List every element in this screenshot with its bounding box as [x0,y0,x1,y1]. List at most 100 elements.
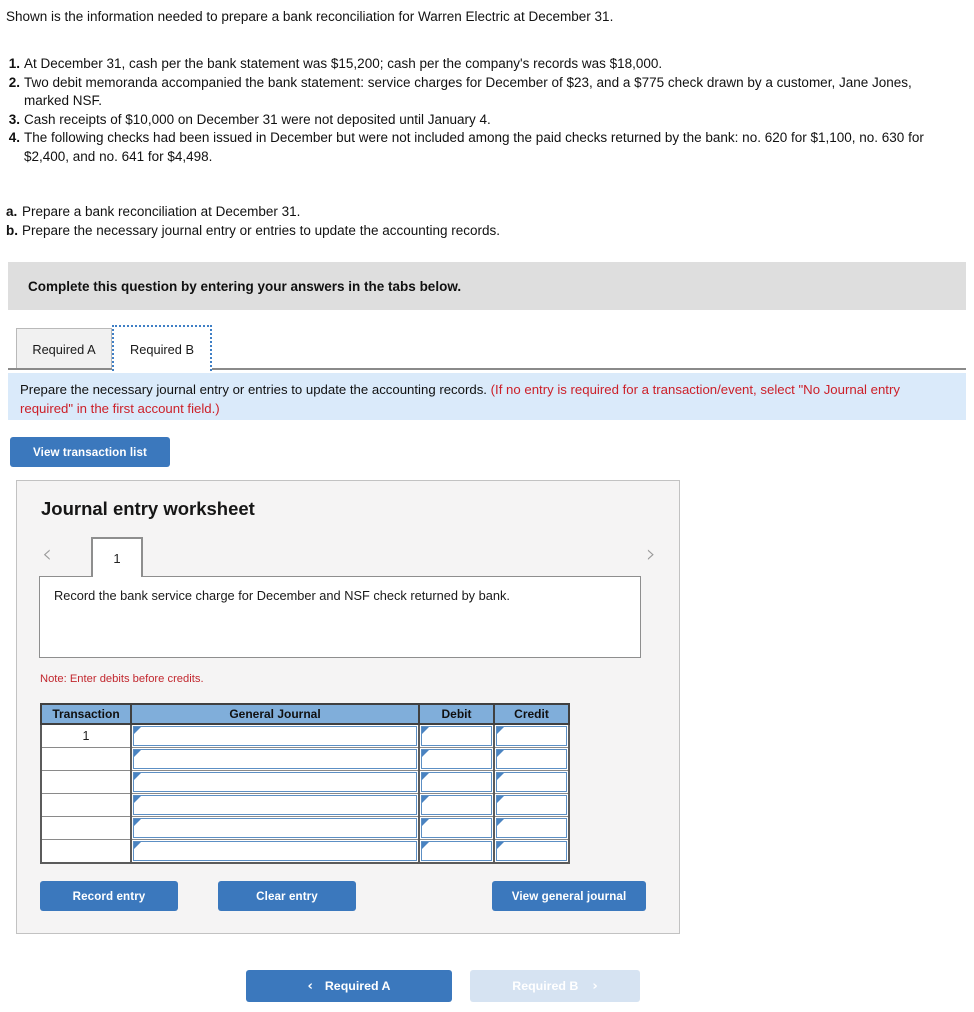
requirement-letter: a. [6,204,18,219]
table-header-row: Transaction General Journal Debit Credit [40,703,570,725]
table-row [40,770,570,794]
journal-entry-table: Transaction General Journal Debit Credit… [40,703,570,864]
debit-input[interactable] [421,772,492,792]
account-select-input[interactable] [133,841,417,861]
credit-cell[interactable] [493,747,570,771]
nav-next-required-b-button: Required B › [470,970,640,1002]
bottom-navigation: ‹ Required A Required B › [0,970,974,1004]
general-journal-cell[interactable] [130,793,420,817]
requirement-text: Prepare the necessary journal entry or e… [22,223,501,238]
tab-bar: Required A Required B [8,325,966,371]
button-label: Required B [512,979,579,993]
button-label: Required A [324,979,391,993]
button-label: Clear entry [256,889,318,903]
chevron-right-icon: › [592,978,598,994]
column-header-general-journal: General Journal [130,703,420,725]
transaction-number-cell [40,747,132,771]
table-row [40,793,570,817]
credit-cell[interactable] [493,839,570,864]
tab-label: Required B [129,341,195,357]
column-header-transaction: Transaction [40,703,132,725]
general-journal-cell[interactable] [130,747,420,771]
general-journal-cell[interactable] [130,816,420,840]
chevron-left-icon: ‹ [307,978,313,994]
transaction-number-cell [40,770,132,794]
credit-cell[interactable] [493,816,570,840]
fact-number: 2. [8,74,20,90]
credit-cell[interactable] [493,793,570,817]
debit-cell[interactable] [418,793,495,817]
chevron-left-icon[interactable]: ‹ [35,540,59,570]
table-row [40,816,570,840]
intro-paragraph: Shown is the information needed to prepa… [6,9,614,24]
chevron-right-icon[interactable]: › [639,540,663,570]
table-row [40,839,570,864]
button-label: Record entry [72,889,146,903]
transaction-number-cell: 1 [40,723,132,748]
journal-entry-worksheet-panel: Journal entry worksheet ‹ 1 › Record the… [16,480,680,934]
credit-input[interactable] [496,726,567,746]
debit-cell[interactable] [418,723,495,748]
fact-text: The following checks had been issued in … [24,130,924,164]
debits-before-credits-note: Note: Enter debits before credits. [40,673,204,685]
table-row [40,747,570,771]
page-title: Journal entry worksheet [41,498,255,519]
fact-number: 3. [8,111,20,127]
list-item: 2. Two debit memoranda accompanied the b… [6,74,954,111]
fact-text: At December 31, cash per the bank statem… [24,56,663,71]
tab-required-a[interactable]: Required A [16,328,112,370]
debit-cell[interactable] [418,839,495,864]
page-number: 1 [113,550,121,566]
credit-input[interactable] [496,795,567,815]
list-item: 4. The following checks had been issued … [6,129,954,166]
debit-input[interactable] [421,795,492,815]
column-header-credit: Credit [493,703,570,725]
account-select-input[interactable] [133,749,417,769]
debit-input[interactable] [421,726,492,746]
debit-input[interactable] [421,841,492,861]
credit-input[interactable] [496,749,567,769]
credit-cell[interactable] [493,723,570,748]
account-select-input[interactable] [133,818,417,838]
worksheet-page-tab-1[interactable]: 1 [91,537,143,577]
requirement-letter: b. [6,223,18,238]
debit-cell[interactable] [418,747,495,771]
fact-number: 1. [8,56,20,71]
credit-cell[interactable] [493,770,570,794]
entry-description-box: Record the bank service charge for Decem… [39,576,641,658]
facts-list: 1. At December 31, cash per the bank sta… [6,55,954,166]
debit-input[interactable] [421,818,492,838]
transaction-number-cell [40,793,132,817]
debit-cell[interactable] [418,770,495,794]
record-entry-button[interactable]: Record entry [40,881,178,911]
column-header-debit: Debit [418,703,495,725]
entry-description-text: Record the bank service charge for Decem… [54,588,510,603]
fact-number: 4. [8,130,20,145]
list-item: b. Prepare the necessary journal entry o… [6,221,954,240]
view-transaction-list-button[interactable]: View transaction list [10,437,170,467]
general-journal-cell[interactable] [130,770,420,794]
transaction-number-cell [40,839,132,864]
nav-previous-required-a-button[interactable]: ‹ Required A [246,970,452,1002]
tab-required-b[interactable]: Required B [112,325,212,371]
debit-cell[interactable] [418,816,495,840]
fact-text: Cash receipts of $10,000 on December 31 … [24,111,491,127]
list-item: a. Prepare a bank reconciliation at Dece… [6,202,954,221]
account-select-input[interactable] [133,726,417,746]
complete-question-banner: Complete this question by entering your … [8,262,966,310]
fact-text: Two debit memoranda accompanied the bank… [24,74,912,109]
credit-input[interactable] [496,772,567,792]
list-item: 1. At December 31, cash per the bank sta… [6,55,954,74]
credit-input[interactable] [496,818,567,838]
debit-input[interactable] [421,749,492,769]
tab-label: Required A [32,341,96,357]
button-label: View general journal [511,889,627,903]
view-general-journal-button[interactable]: View general journal [492,881,646,911]
general-journal-cell[interactable] [130,839,420,864]
account-select-input[interactable] [133,795,417,815]
general-journal-cell[interactable] [130,723,420,748]
credit-input[interactable] [496,841,567,861]
transaction-number-cell [40,816,132,840]
account-select-input[interactable] [133,772,417,792]
clear-entry-button[interactable]: Clear entry [218,881,356,911]
